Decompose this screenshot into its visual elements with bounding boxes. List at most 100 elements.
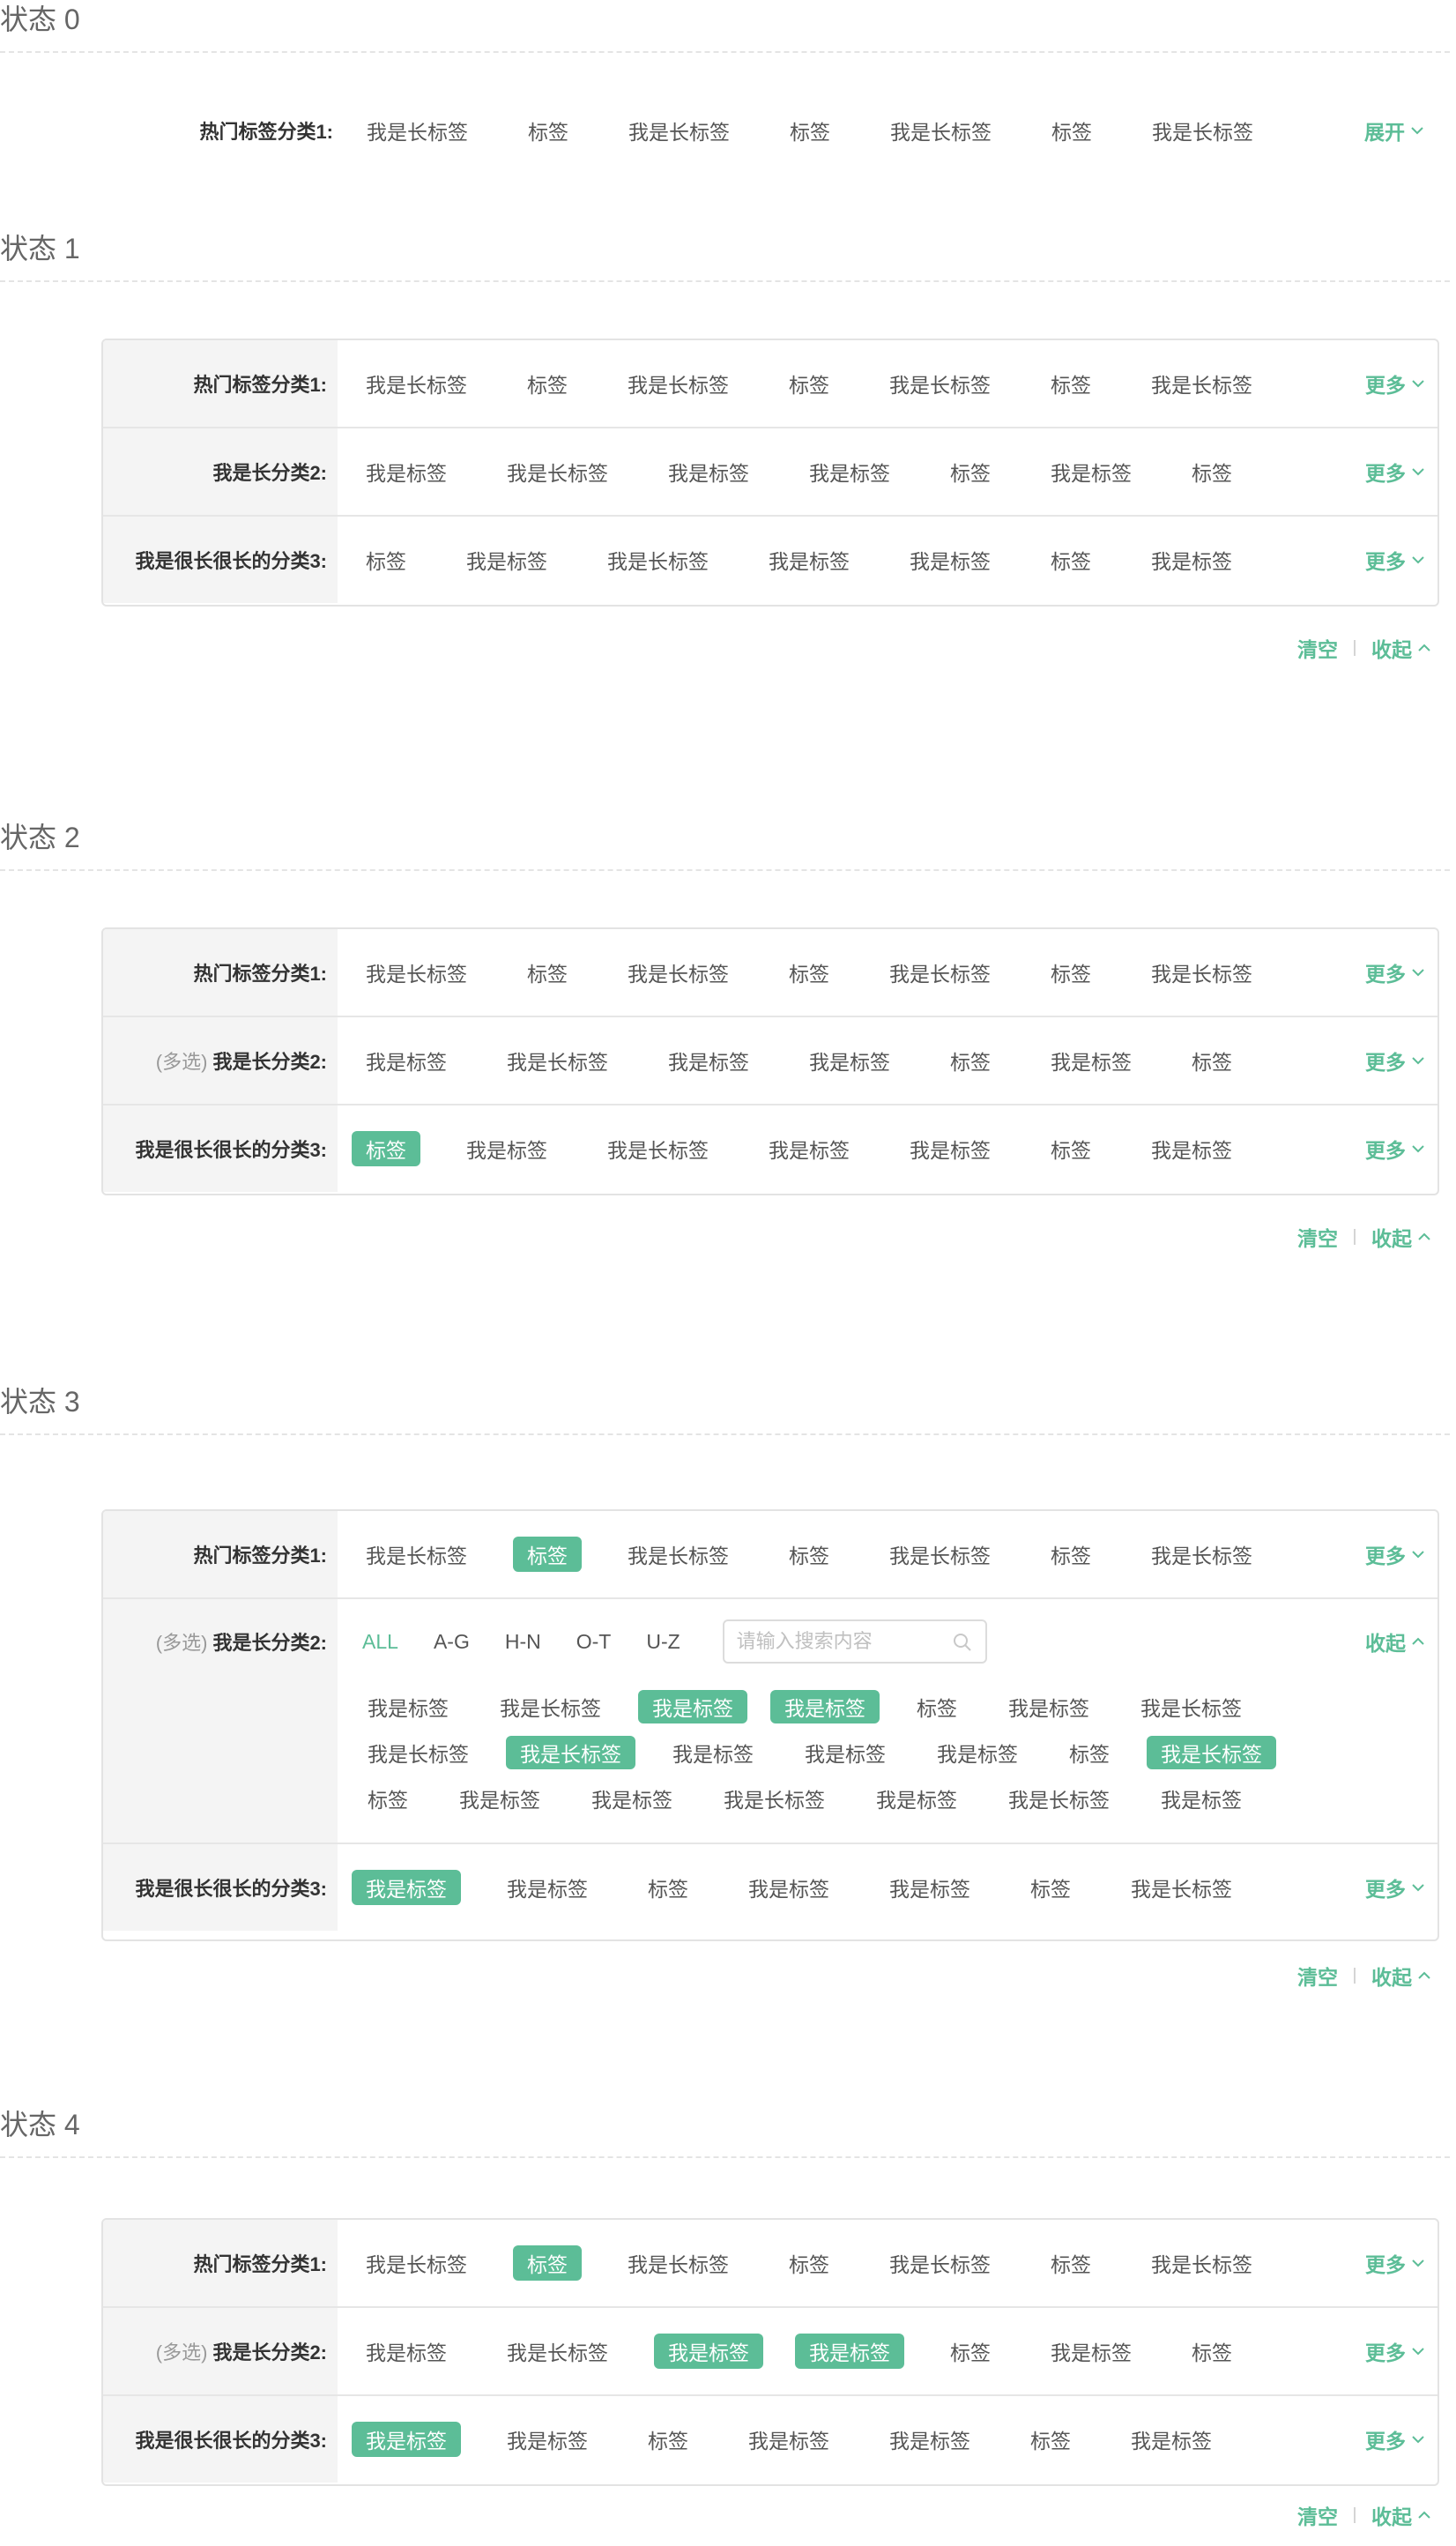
- tag[interactable]: 我是长标签: [1126, 1690, 1256, 1723]
- collapse-row-button[interactable]: 收起: [1365, 1599, 1425, 1684]
- tag[interactable]: 我是长标签: [875, 955, 1005, 990]
- tag[interactable]: 我是标签: [895, 1131, 1005, 1166]
- tag[interactable]: 我是标签: [1137, 542, 1246, 577]
- tag[interactable]: 我是长标签: [352, 955, 481, 990]
- more-button[interactable]: 更多: [1365, 1511, 1425, 1597]
- tag[interactable]: 我是标签: [352, 2334, 461, 2369]
- tag-selected[interactable]: 我是标签: [654, 2334, 763, 2369]
- tag[interactable]: 我是长标签: [709, 1782, 839, 1815]
- more-button[interactable]: 更多: [1365, 340, 1425, 427]
- tag[interactable]: 我是长标签: [493, 2334, 622, 2369]
- tag[interactable]: 我是标签: [352, 454, 461, 489]
- tag[interactable]: 我是标签: [658, 1736, 768, 1769]
- tag[interactable]: 我是标签: [1036, 454, 1146, 489]
- more-button[interactable]: 更多: [1365, 2396, 1425, 2483]
- tag[interactable]: 我是标签: [754, 542, 864, 577]
- tag[interactable]: 我是标签: [577, 1782, 687, 1815]
- tag[interactable]: 标签: [1016, 1870, 1085, 1905]
- tag[interactable]: 我是标签: [353, 1690, 463, 1723]
- tag[interactable]: 我是标签: [452, 1131, 561, 1166]
- collapse-button[interactable]: 收起: [1371, 2500, 1431, 2530]
- tag[interactable]: 我是标签: [754, 1131, 864, 1166]
- tag[interactable]: 我是长标签: [352, 2245, 481, 2281]
- tag[interactable]: 我是标签: [994, 1690, 1103, 1723]
- tag[interactable]: 我是长标签: [493, 454, 622, 489]
- tag[interactable]: 标签: [1177, 1043, 1246, 1078]
- tag[interactable]: 标签: [1036, 542, 1105, 577]
- tag[interactable]: 我是长标签: [875, 366, 1005, 401]
- tag[interactable]: 标签: [1177, 454, 1246, 489]
- tag[interactable]: 我是长标签: [875, 2245, 1005, 2281]
- tag[interactable]: 我是标签: [875, 1870, 984, 1905]
- tag[interactable]: 标签: [353, 1782, 422, 1815]
- tag[interactable]: 我是长标签: [353, 113, 482, 148]
- tag-selected[interactable]: 标签: [513, 2245, 582, 2281]
- tag[interactable]: 标签: [352, 542, 420, 577]
- alpha-tab[interactable]: A-G: [434, 1630, 470, 1654]
- tag[interactable]: 我是长标签: [614, 113, 744, 148]
- tag-selected[interactable]: 我是标签: [795, 2334, 904, 2369]
- tag[interactable]: 标签: [936, 2334, 1005, 2369]
- tag[interactable]: 我是标签: [452, 542, 561, 577]
- tag[interactable]: 我是长标签: [1137, 366, 1267, 401]
- tag[interactable]: 标签: [775, 2245, 843, 2281]
- more-button[interactable]: 更多: [1365, 2220, 1425, 2306]
- tag-selected[interactable]: 我是长标签: [1147, 1736, 1276, 1769]
- tag[interactable]: 标签: [514, 113, 583, 148]
- tag-selected[interactable]: 我是标签: [638, 1690, 747, 1723]
- more-button[interactable]: 更多: [1365, 1017, 1425, 1104]
- tag[interactable]: 标签: [775, 955, 843, 990]
- tag[interactable]: 我是标签: [895, 542, 1005, 577]
- tag[interactable]: 我是标签: [1036, 1043, 1146, 1078]
- tag[interactable]: 我是长标签: [352, 1537, 481, 1572]
- tag[interactable]: 标签: [775, 366, 843, 401]
- tag[interactable]: 我是长标签: [493, 1043, 622, 1078]
- tag-selected[interactable]: 标签: [352, 1131, 420, 1166]
- tag[interactable]: 我是长标签: [352, 366, 481, 401]
- tag[interactable]: 标签: [634, 1870, 702, 1905]
- more-button[interactable]: 更多: [1365, 2308, 1425, 2394]
- tag[interactable]: 标签: [1036, 1537, 1105, 1572]
- alpha-tab-all[interactable]: ALL: [362, 1630, 398, 1654]
- tag-selected[interactable]: 标签: [513, 1537, 582, 1572]
- tag[interactable]: 我是长标签: [486, 1690, 615, 1723]
- tag[interactable]: 我是标签: [1036, 2334, 1146, 2369]
- more-button[interactable]: 更多: [1365, 1844, 1425, 1931]
- tag[interactable]: 我是长标签: [875, 1537, 1005, 1572]
- tag[interactable]: 标签: [903, 1690, 971, 1723]
- tag[interactable]: 我是长标签: [1137, 1537, 1267, 1572]
- clear-button[interactable]: 清空: [1297, 633, 1338, 663]
- tag[interactable]: 我是标签: [923, 1736, 1032, 1769]
- more-button[interactable]: 更多: [1365, 517, 1425, 603]
- tag[interactable]: 我是标签: [493, 1870, 602, 1905]
- tag-selected[interactable]: 我是长标签: [506, 1736, 635, 1769]
- tag[interactable]: 标签: [513, 366, 582, 401]
- tag[interactable]: 我是长标签: [613, 1537, 743, 1572]
- tag[interactable]: 我是长标签: [593, 1131, 723, 1166]
- clear-button[interactable]: 清空: [1297, 2500, 1338, 2530]
- tag[interactable]: 标签: [1037, 113, 1106, 148]
- collapse-button[interactable]: 收起: [1371, 633, 1431, 663]
- tag[interactable]: 我是长标签: [613, 2245, 743, 2281]
- tag[interactable]: 我是长标签: [994, 1782, 1124, 1815]
- more-button[interactable]: 更多: [1365, 1106, 1425, 1192]
- tag[interactable]: 我是长标签: [876, 113, 1006, 148]
- alpha-tab[interactable]: O-T: [576, 1630, 612, 1654]
- tag[interactable]: 标签: [936, 454, 1005, 489]
- tag[interactable]: 我是标签: [493, 2422, 602, 2457]
- tag[interactable]: 标签: [513, 955, 582, 990]
- tag[interactable]: 标签: [936, 1043, 1005, 1078]
- tag[interactable]: 我是标签: [1137, 1131, 1246, 1166]
- alpha-tab[interactable]: U-Z: [646, 1630, 680, 1654]
- tag[interactable]: 我是标签: [654, 454, 763, 489]
- tag[interactable]: 我是长标签: [1137, 955, 1267, 990]
- tag[interactable]: 我是标签: [862, 1782, 971, 1815]
- tag[interactable]: 我是长标签: [1137, 2245, 1267, 2281]
- expand-button[interactable]: 展开: [1364, 104, 1424, 157]
- collapse-button[interactable]: 收起: [1371, 1222, 1431, 1252]
- tag[interactable]: 标签: [1016, 2422, 1085, 2457]
- collapse-button[interactable]: 收起: [1371, 1961, 1431, 1991]
- tag-selected[interactable]: 我是标签: [770, 1690, 880, 1723]
- tag-selected[interactable]: 我是标签: [352, 2422, 461, 2457]
- tag[interactable]: 我是长标签: [613, 955, 743, 990]
